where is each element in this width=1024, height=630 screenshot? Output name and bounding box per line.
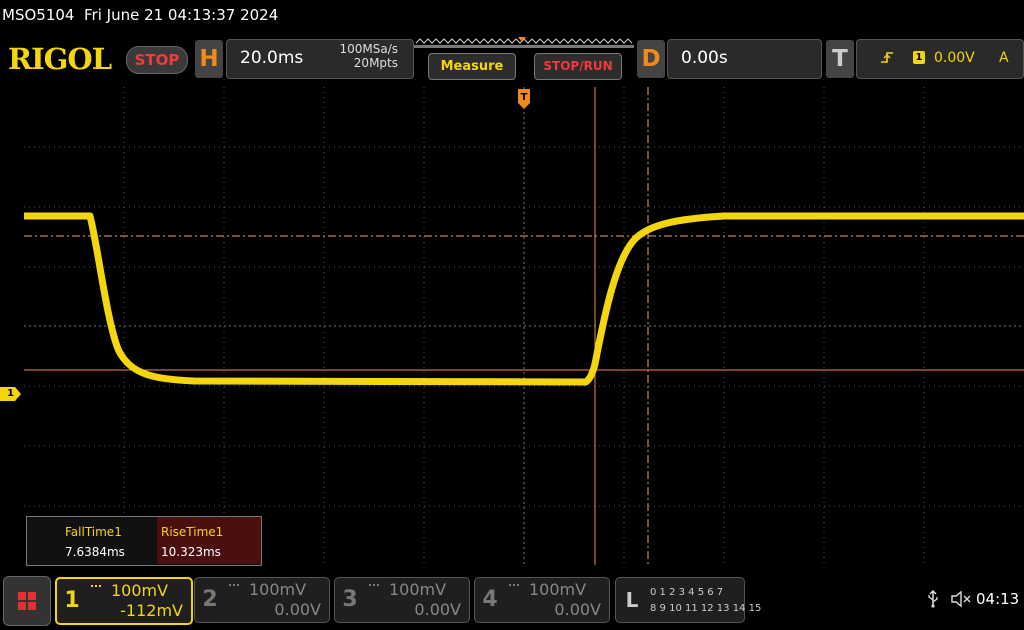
- memory-depth: 20Mpts: [353, 56, 398, 70]
- rigol-logo: RIGOL: [8, 42, 112, 76]
- channel4-scale: 100mV: [529, 580, 587, 599]
- memory-overview-bar[interactable]: [414, 37, 634, 49]
- delay-value: 0.00s: [681, 48, 728, 68]
- measure-value: 7.6384ms: [65, 545, 125, 559]
- run-state-badge[interactable]: STOP: [126, 46, 188, 74]
- channel1-marker-label: 1: [7, 388, 14, 399]
- main-menu-button[interactable]: [3, 576, 51, 626]
- measure-button[interactable]: Measure: [428, 53, 516, 80]
- dc-coupling-icon: [369, 584, 379, 592]
- measure-name: RiseTime1: [161, 525, 224, 539]
- sample-info: 100MSa/s 20Mpts: [320, 42, 398, 70]
- timebase-value: 20.0ms: [240, 48, 304, 68]
- channel2-offset: 0.00V: [274, 600, 321, 619]
- measurement-results[interactable]: FallTime1 7.6384ms RiseTime1 10.323ms: [26, 516, 262, 566]
- channel2-panel[interactable]: 2 100mV 0.00V: [194, 577, 330, 623]
- logic-channels-low: 0 1 2 3 4 5 6 7: [650, 587, 724, 598]
- date-time: Fri June 21 04:13:37 2024: [84, 6, 279, 24]
- channel3-scale: 100mV: [389, 580, 447, 599]
- speaker-mute-icon[interactable]: [950, 590, 972, 608]
- sample-rate: 100MSa/s: [339, 42, 398, 56]
- channel4-number: 4: [482, 587, 498, 612]
- logic-channels-high: 8 9 10 11 12 13 14 15: [650, 603, 762, 614]
- trigger-menu-button[interactable]: T: [826, 40, 854, 78]
- usb-icon: [928, 590, 938, 608]
- channel2-number: 2: [202, 587, 218, 612]
- status-line: MSO5104 Fri June 21 04:13:37 2024: [2, 6, 278, 24]
- trigger-level: 0.00V: [934, 50, 975, 66]
- channel1-offset: -112mV: [120, 601, 183, 620]
- channel4-offset: 0.00V: [554, 600, 601, 619]
- channel3-offset: 0.00V: [414, 600, 461, 619]
- channel1-scale: 100mV: [111, 581, 169, 600]
- channel1-offset-marker[interactable]: 1: [0, 387, 21, 401]
- channel1-panel[interactable]: 1 100mV -112mV: [55, 577, 193, 625]
- clock: 04:13: [976, 590, 1020, 608]
- logic-letter: L: [625, 588, 639, 612]
- channel1-number: 1: [64, 588, 80, 613]
- channel2-scale: 100mV: [249, 580, 307, 599]
- dc-coupling-icon: [91, 585, 101, 593]
- dc-coupling-icon: [229, 584, 239, 592]
- svg-text:T: T: [521, 92, 528, 103]
- grid-menu-icon: [18, 592, 36, 610]
- rising-edge-icon: [881, 52, 893, 63]
- trigger-mode: A: [999, 50, 1009, 66]
- channel4-panel[interactable]: 4 100mV 0.00V: [474, 577, 610, 623]
- stop-run-button[interactable]: STOP/RUN: [534, 53, 622, 80]
- delay-menu-button[interactable]: D: [637, 40, 665, 78]
- dc-coupling-icon: [509, 584, 519, 592]
- horizontal-menu-button[interactable]: H: [195, 40, 223, 78]
- measure-name: FallTime1: [65, 525, 122, 539]
- trigger-source-badge: 1: [913, 51, 925, 64]
- measure-value: 10.323ms: [161, 545, 221, 559]
- channel3-panel[interactable]: 3 100mV 0.00V: [334, 577, 470, 623]
- waveform-display[interactable]: T: [24, 87, 1024, 565]
- channel3-number: 3: [342, 587, 358, 612]
- model-name: MSO5104: [2, 6, 75, 24]
- logic-analyzer-panel[interactable]: L 0 1 2 3 4 5 6 7 8 9 10 11 12 13 14 15: [615, 577, 761, 623]
